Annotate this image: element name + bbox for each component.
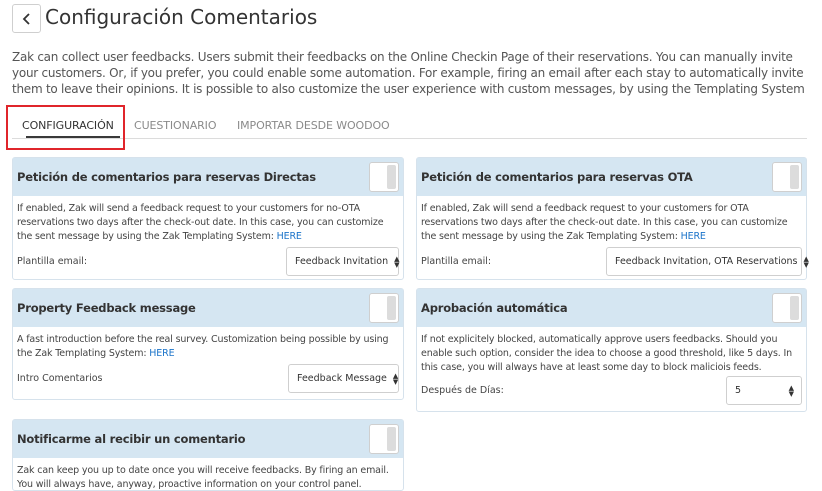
field-row: Plantilla email: Feedback Invitation, OT… [421,247,809,276]
card-header: Petición de comentarios para reservas OT… [417,158,806,196]
tab-cuestionario[interactable]: CUESTIONARIO [134,119,216,132]
back-button[interactable] [12,4,41,33]
card-title: Petición de comentarios para reservas Di… [17,170,316,184]
card-header: Petición de comentarios para reservas Di… [13,158,403,196]
card-description: If enabled, Zak will send a feedback req… [417,196,806,244]
select-arrows-icon: ▲ ▼ [788,383,794,398]
direct-email-template-select[interactable]: Feedback Invitation ▲ ▼ [286,247,399,276]
templating-link[interactable]: HERE [681,231,706,242]
card-title: Petición de comentarios para reservas OT… [421,170,693,184]
templating-link[interactable]: HERE [277,231,302,242]
field-label: Plantilla email: [421,256,492,267]
card-header: Notificarme al recibir un comentario [13,420,403,458]
direct-feedback-toggle[interactable] [369,162,399,192]
card-description-text: If enabled, Zak will send a feedback req… [421,203,788,242]
card-header: Aprobación automática [417,289,806,327]
card-description: Zak can keep you up to date once you wil… [13,458,403,491]
templating-link[interactable]: HERE [149,348,174,359]
intro-comments-select[interactable]: Feedback Message ▲ ▼ [288,364,399,393]
approval-days-select[interactable]: 5 ▲ ▼ [726,376,802,405]
chevron-left-icon [22,12,30,25]
highlight-box [6,105,125,150]
card-direct-feedback-request: Petición de comentarios para reservas Di… [12,157,404,280]
tab-bar: CONFIGURACIÓN CUESTIONARIO IMPORTAR DESD… [12,113,807,139]
select-value: Feedback Invitation [295,256,389,267]
select-arrows-icon: ▲ ▼ [392,371,399,386]
select-value: Feedback Invitation, OTA Reservations [615,256,798,267]
tab-importar-desde-woodoo[interactable]: IMPORTAR DESDE WOODOO [237,119,390,132]
card-description-text: If enabled, Zak will send a feedback req… [17,203,384,242]
field-label: Intro Comentarios [17,373,103,384]
card-title: Property Feedback message [17,301,196,315]
card-description: If not explicitely blocked, automaticall… [417,327,806,375]
card-notify-on-feedback: Notificarme al recibir un comentario Zak… [12,419,404,491]
field-row: Después de Días: 5 ▲ ▼ [421,376,802,405]
field-row: Intro Comentarios Feedback Message ▲ ▼ [17,364,399,393]
card-description-text: A fast introduction before the real surv… [17,334,389,359]
card-description: A fast introduction before the real surv… [13,327,403,361]
ota-feedback-toggle[interactable] [772,162,802,192]
intro-text: Zak can collect user feedbacks. Users su… [12,50,805,96]
card-description: If enabled, Zak will send a feedback req… [13,196,403,244]
auto-approval-toggle[interactable] [772,293,802,323]
page-title: Configuración Comentarios [45,5,318,29]
card-title: Aprobación automática [421,301,568,315]
notify-feedback-toggle[interactable] [369,424,399,454]
card-title: Notificarme al recibir un comentario [17,432,246,446]
card-header: Property Feedback message [13,289,403,327]
select-arrows-icon: ▲ ▼ [803,254,809,269]
select-value: 5 [735,385,742,396]
select-value: Feedback Message [297,373,387,384]
field-label: Después de Días: [421,385,504,396]
field-row: Plantilla email: Feedback Invitation ▲ ▼ [17,247,399,276]
select-arrows-icon: ▲ ▼ [394,254,400,269]
ota-email-template-select[interactable]: Feedback Invitation, OTA Reservations ▲ ▼ [606,247,809,276]
card-description-text: Zak can keep you up to date once you wil… [17,465,389,490]
property-feedback-toggle[interactable] [369,293,399,323]
card-ota-feedback-request: Petición de comentarios para reservas OT… [416,157,809,280]
card-auto-approval: Aprobación automática If not explicitely… [416,288,807,412]
field-label: Plantilla email: [17,256,88,267]
card-description-text: If not explicitely blocked, automaticall… [421,334,793,373]
card-property-feedback-message: Property Feedback message A fast introdu… [12,288,404,400]
